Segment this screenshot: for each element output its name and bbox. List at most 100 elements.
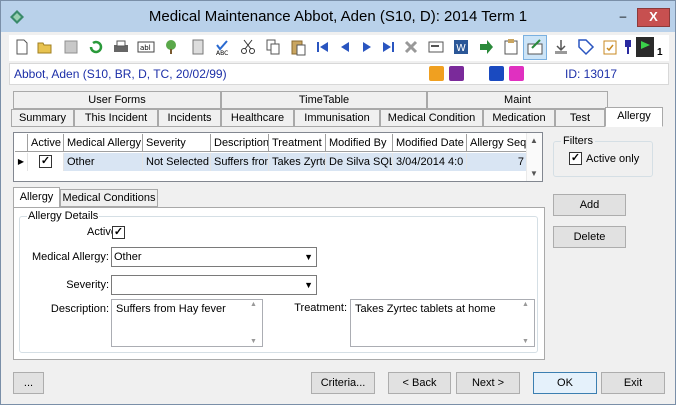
delete-icon[interactable]	[402, 38, 420, 56]
run-flag-icon[interactable]	[636, 37, 654, 57]
row-treatment[interactable]: Takes Zyrtec	[269, 153, 326, 171]
tab-timetable[interactable]: TimeTable	[221, 91, 427, 109]
row-modified-date[interactable]: 3/04/2014 4:0	[393, 153, 467, 171]
tab-user-forms[interactable]: User Forms	[13, 91, 221, 109]
new-document-icon[interactable]	[13, 38, 31, 56]
export-arrow-icon[interactable]	[477, 38, 495, 56]
row-severity[interactable]: Not Selected	[143, 153, 211, 171]
active-checkbox[interactable]: ✓	[112, 226, 125, 239]
delete-button[interactable]: Delete	[553, 226, 626, 248]
scroll-down-icon[interactable]: ▼	[522, 338, 529, 345]
svg-text:ABC: ABC	[216, 50, 228, 56]
subtab-allergy[interactable]: Allergy	[13, 187, 60, 208]
next-record-icon[interactable]	[358, 38, 376, 56]
row-description[interactable]: Suffers from	[211, 153, 269, 171]
tab-maint[interactable]: Maint	[427, 91, 608, 109]
tab-allergy[interactable]: Allergy	[605, 107, 663, 127]
description-label: Description:	[50, 303, 109, 315]
calculator-icon[interactable]	[189, 38, 207, 56]
medical-allergy-value: Other	[114, 251, 142, 263]
close-button[interactable]: X	[637, 8, 670, 27]
medical-note-icon[interactable]	[509, 66, 524, 81]
alert-bolt-icon[interactable]	[489, 66, 504, 81]
paste-icon[interactable]	[289, 38, 307, 56]
save-icon[interactable]	[62, 38, 80, 56]
print-icon[interactable]	[112, 38, 130, 56]
column-active[interactable]: Active	[28, 134, 64, 152]
allergy-grid[interactable]: Active Medical Allergy Severity Descript…	[13, 132, 543, 182]
row-active-checkbox[interactable]: ✓	[39, 155, 52, 168]
grid-scrollbar[interactable]: ▲ ▼	[526, 133, 542, 181]
medical-allergy-select[interactable]: Other ▼	[111, 247, 317, 267]
scroll-down-icon[interactable]: ▼	[530, 169, 538, 178]
scroll-up-icon[interactable]: ▲	[522, 301, 529, 308]
refresh-icon[interactable]	[87, 38, 105, 56]
cut-icon[interactable]	[239, 38, 257, 56]
active-only-checkbox[interactable]: ✓	[569, 152, 582, 165]
description-scrollbar[interactable]: ▲ ▼	[246, 300, 262, 346]
row-allergy-seq[interactable]: 7	[467, 153, 529, 171]
last-record-icon[interactable]	[379, 38, 397, 56]
allergy-details: Allergy Details Active: ✓ Medical Allerg…	[13, 207, 545, 360]
first-record-icon[interactable]	[314, 38, 332, 56]
tab-medication[interactable]: Medication	[483, 109, 555, 127]
comment-icon[interactable]	[429, 66, 444, 81]
description-value: Suffers from Hay fever	[116, 303, 226, 315]
checklist-icon[interactable]	[601, 38, 619, 56]
tab-healthcare[interactable]: Healthcare	[221, 109, 294, 127]
spell-check-icon[interactable]: ABC	[214, 38, 232, 56]
active-only-label[interactable]: Active only	[586, 153, 639, 165]
row-medical-allergy[interactable]: Other	[64, 153, 143, 171]
form-icon[interactable]	[427, 38, 445, 56]
scroll-up-icon[interactable]: ▲	[250, 301, 257, 308]
puzzle-icon[interactable]	[449, 66, 464, 81]
pin-icon[interactable]	[619, 38, 637, 56]
tag-icon[interactable]	[577, 38, 595, 56]
next-button[interactable]: Next >	[456, 372, 520, 394]
row-active-cell[interactable]: ✓	[28, 153, 64, 171]
download-icon[interactable]	[552, 38, 570, 56]
patient-header: Abbot, Aden (S10, BR, D, TC, 20/02/99) I…	[9, 63, 669, 85]
tab-summary[interactable]: Summary	[11, 109, 74, 127]
column-allergy-seq[interactable]: Allergy Seq	[467, 134, 529, 152]
tab-incidents[interactable]: Incidents	[158, 109, 221, 127]
open-folder-icon[interactable]	[36, 38, 54, 56]
tab-test[interactable]: Test	[555, 109, 605, 127]
more-button[interactable]: ...	[13, 372, 44, 394]
add-button[interactable]: Add	[553, 194, 626, 216]
criteria-button[interactable]: Criteria...	[311, 372, 375, 394]
scroll-down-icon[interactable]: ▼	[250, 338, 257, 345]
minimize-button[interactable]: ‒	[611, 9, 635, 26]
patient-id: ID: 13017	[565, 67, 618, 81]
description-textarea[interactable]: Suffers from Hay fever ▲ ▼	[111, 299, 263, 347]
tab-immunisation[interactable]: Immunisation	[294, 109, 380, 127]
column-modified-by[interactable]: Modified By	[326, 134, 393, 152]
subtab-medical-conditions[interactable]: Medical Conditions	[60, 189, 158, 207]
copy-icon[interactable]	[264, 38, 282, 56]
medical-maintenance-window: Medical Maintenance Abbot, Aden (S10, D)…	[0, 0, 676, 405]
scroll-up-icon[interactable]: ▲	[530, 136, 538, 145]
column-severity[interactable]: Severity	[143, 134, 211, 152]
tree-icon[interactable]	[162, 38, 180, 56]
back-button[interactable]: < Back	[388, 372, 451, 394]
edit-note-icon[interactable]	[526, 38, 544, 56]
clipboard-icon[interactable]	[502, 38, 520, 56]
tab-this-incident[interactable]: This Incident	[74, 109, 158, 127]
column-treatment[interactable]: Treatment	[269, 134, 326, 152]
row-pointer-icon: ▶	[15, 153, 28, 171]
treatment-textarea[interactable]: Takes Zyrtec tablets at home ▲ ▼	[350, 299, 535, 347]
treatment-scrollbar[interactable]: ▲ ▼	[518, 300, 534, 346]
ok-button[interactable]: OK	[533, 372, 597, 394]
previous-record-icon[interactable]	[336, 38, 354, 56]
allergy-details-title: Allergy Details	[27, 210, 100, 222]
column-description[interactable]: Description	[211, 134, 269, 152]
title-bar[interactable]: Medical Maintenance Abbot, Aden (S10, D)…	[1, 1, 675, 32]
word-icon[interactable]: W	[452, 38, 470, 56]
column-modified-date[interactable]: Modified Date	[393, 134, 467, 152]
text-field-icon[interactable]: abl	[137, 38, 155, 56]
tab-medical-condition[interactable]: Medical Condition	[380, 109, 483, 127]
severity-select[interactable]: ▼	[111, 275, 317, 295]
row-modified-by[interactable]: De Silva SQL,	[326, 153, 393, 171]
column-medical-allergy[interactable]: Medical Allergy	[64, 134, 143, 152]
exit-button[interactable]: Exit	[601, 372, 665, 394]
